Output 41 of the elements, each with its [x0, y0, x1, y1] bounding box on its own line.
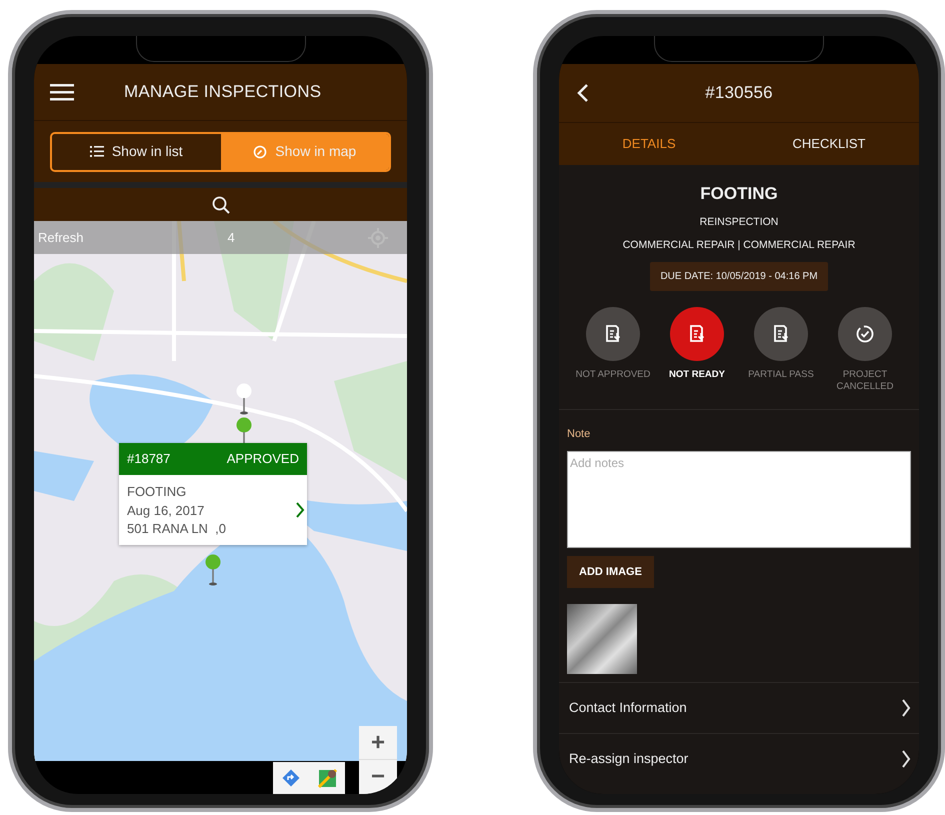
status-label: APPROVED [226, 450, 299, 468]
result-button[interactable] [754, 307, 808, 361]
result-button[interactable] [670, 307, 724, 361]
search-icon[interactable] [212, 196, 230, 214]
map-pin[interactable] [205, 554, 221, 586]
map-app-icon[interactable] [318, 768, 338, 788]
project-type: COMMERCIAL REPAIR | COMMERCIAL REPAIR [622, 238, 856, 254]
compass-icon [253, 144, 268, 158]
tab[interactable]: CHECKLIST [739, 123, 919, 165]
screen-title: #130556 [705, 82, 773, 104]
inspection-address: 501 RANA LN ,0 [127, 520, 227, 538]
inspection-type: FOOTING [700, 183, 778, 205]
menu-row[interactable]: Re-assign inspector [559, 733, 919, 784]
menu-row[interactable]: Contact Information [559, 682, 919, 733]
screen-title: MANAGE INSPECTIONS [124, 81, 322, 104]
inspection-popup[interactable]: #18787 APPROVED FOOTING Aug 16, 2017 501 RANA LN ,0 [119, 443, 307, 544]
result-button[interactable] [586, 307, 640, 361]
photo-placeholder [567, 604, 637, 674]
note-label: Note [567, 427, 592, 442]
back-icon[interactable] [577, 83, 589, 103]
result-label: NOT READY [668, 369, 726, 381]
list-icon [90, 144, 104, 158]
check-circle-icon [854, 323, 876, 345]
map-pin[interactable] [236, 383, 252, 415]
result-label: NOT APPROVED [575, 369, 651, 381]
add-image-button[interactable]: ADD IMAGE [567, 556, 654, 588]
result-label: PARTIAL PASS [747, 369, 815, 381]
inspection-type: FOOTING [127, 483, 188, 501]
inspection-date: Aug 16, 2017 [127, 502, 206, 520]
chevron-right-icon [901, 698, 911, 718]
note-field[interactable]: Add notes [567, 450, 911, 548]
inspection-count: 4 [228, 228, 235, 247]
menu-icon[interactable] [50, 83, 74, 101]
inspection-subtitle: REINSPECTION [700, 214, 778, 230]
due-date-badge: DUE DATE: 10/05/2019 - 04:16 PM [650, 262, 828, 291]
inspection-number: #18787 [127, 450, 170, 468]
chevron-right-icon [901, 749, 911, 769]
tab[interactable]: DETAILS [559, 123, 739, 165]
chevron-right-icon[interactable] [295, 501, 305, 519]
result-label: PROJECT CANCELLED [835, 369, 895, 393]
result-button[interactable] [838, 307, 892, 361]
